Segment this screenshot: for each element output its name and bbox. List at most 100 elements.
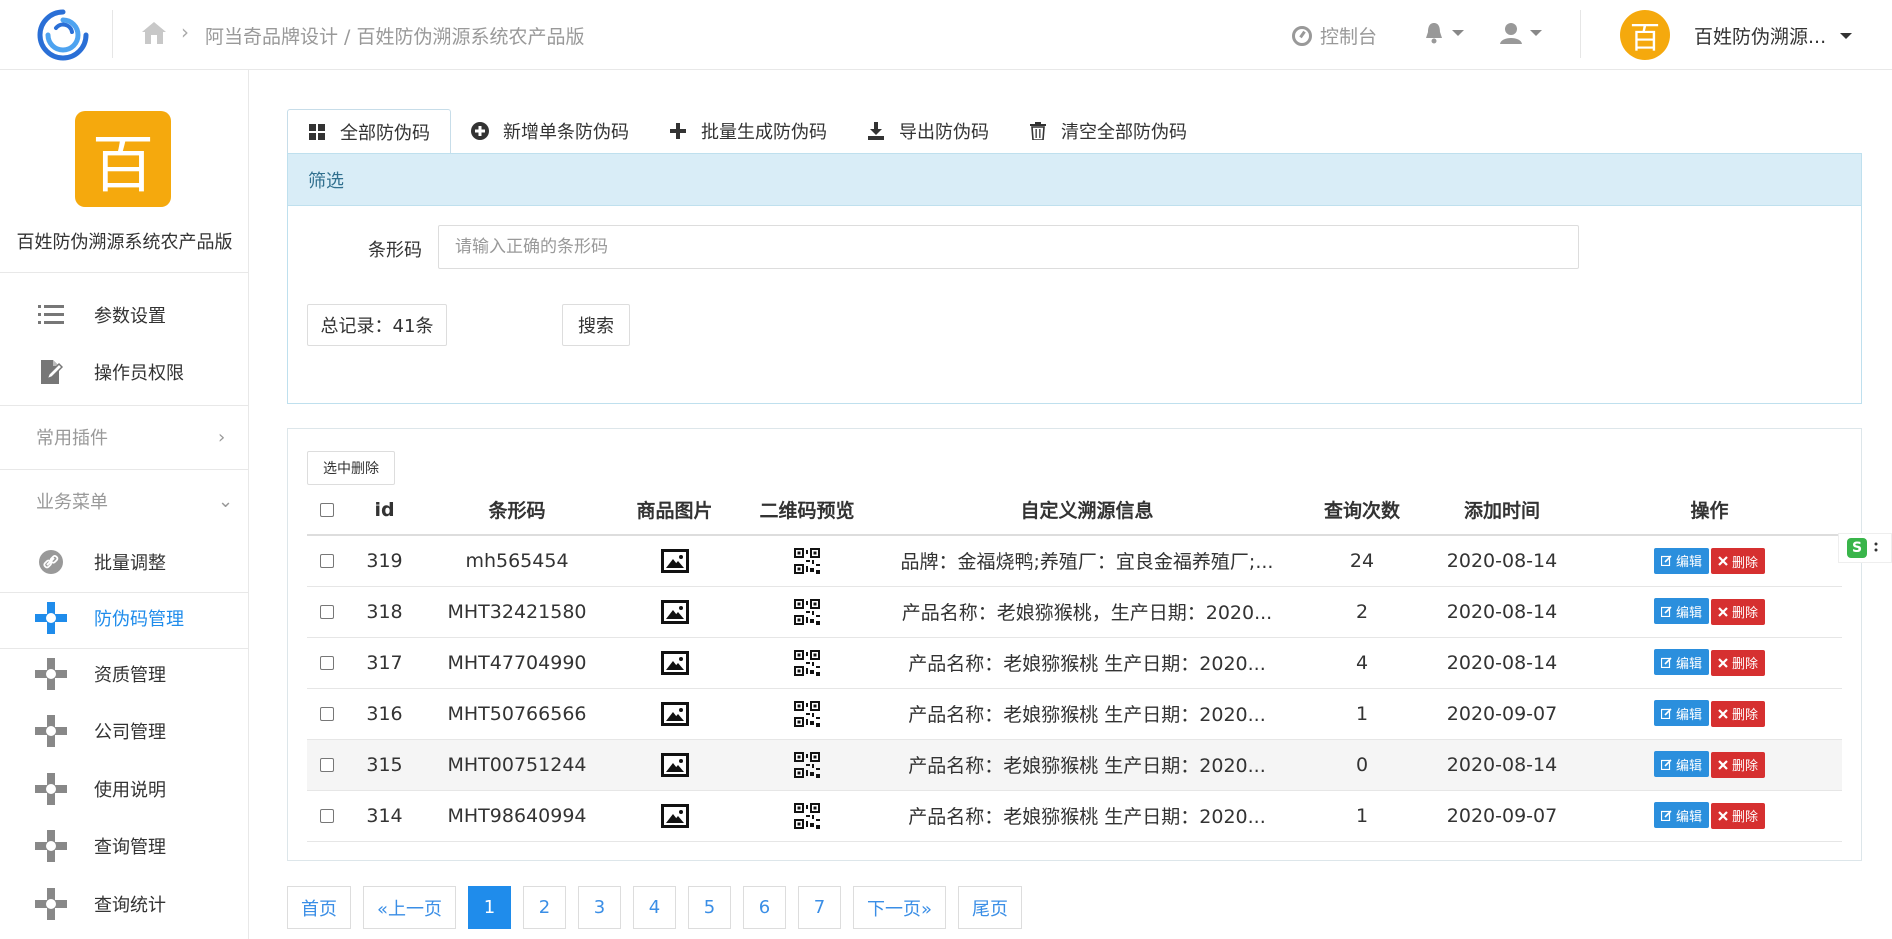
cell-actions: 编辑 删除 (1577, 688, 1842, 740)
sidebar-item-operator-permissions[interactable]: 操作员权限 (0, 348, 249, 396)
select-all-checkbox[interactable] (320, 503, 334, 517)
cell-trace-info: 产品名称：老娘猕猴桃 生产日期：2020... (877, 688, 1297, 740)
qrcode-icon[interactable] (794, 649, 820, 676)
sidebar-item-params[interactable]: 参数设置 (0, 291, 249, 339)
delete-button[interactable]: 删除 (1711, 649, 1766, 676)
gear-icon (38, 718, 64, 744)
qrcode-icon[interactable] (794, 700, 820, 727)
row-select-cell (307, 790, 347, 842)
gear-icon (38, 661, 64, 687)
page-link[interactable]: 6 (743, 886, 787, 929)
home-icon[interactable] (140, 20, 168, 46)
search-button[interactable]: 搜索 (562, 304, 630, 346)
edit-button[interactable]: 编辑 (1653, 598, 1709, 625)
edit-button[interactable]: 编辑 (1653, 751, 1709, 778)
chevron-down-icon (1530, 30, 1542, 36)
delete-button[interactable]: 删除 (1711, 751, 1766, 778)
cell-qr-preview (737, 637, 877, 689)
image-icon[interactable] (660, 752, 689, 777)
sidebar-item-label: 批量调整 (94, 553, 166, 574)
sidebar-item-batch-adjust[interactable]: 批量调整 (0, 538, 249, 586)
tab-export[interactable]: 导出防伪码 (847, 109, 1009, 153)
tab-clear-all[interactable]: 清空全部防伪码 (1009, 109, 1207, 153)
console-link[interactable]: 控制台 (1292, 22, 1377, 49)
row-checkbox[interactable] (320, 605, 334, 619)
row-checkbox[interactable] (320, 809, 334, 823)
qrcode-icon[interactable] (794, 802, 820, 829)
sidebar-item-label: 资质管理 (94, 665, 166, 686)
gear-icon (38, 605, 64, 631)
user-dropdown[interactable] (1500, 22, 1542, 44)
row-checkbox[interactable] (320, 554, 334, 569)
edit-button[interactable]: 编辑 (1653, 649, 1709, 676)
column-header: 操作 (1577, 485, 1842, 536)
sidebar-item-query-stats[interactable]: 查询统计 (0, 880, 249, 928)
delete-selected-button[interactable]: 选中删除 (307, 451, 395, 485)
tab-add-single[interactable]: 新增单条防伪码 (451, 109, 649, 153)
qrcode-icon[interactable] (794, 598, 820, 625)
delete-button[interactable]: 删除 (1711, 548, 1766, 574)
barcode-input[interactable] (438, 225, 1579, 269)
delete-button[interactable]: 删除 (1711, 802, 1766, 829)
sidebar-item-query-manage[interactable]: 查询管理 (0, 822, 249, 870)
edit-button[interactable]: 编辑 (1653, 700, 1709, 727)
sidebar-item-instructions[interactable]: 使用说明 (0, 765, 249, 813)
row-checkbox[interactable] (320, 656, 334, 670)
tab-all-codes[interactable]: 全部防伪码 (287, 109, 451, 153)
account-menu[interactable]: 百姓防伪溯源... (1694, 22, 1853, 49)
image-icon[interactable] (660, 599, 689, 624)
image-icon[interactable] (660, 548, 689, 573)
sidebar-item-label: 查询管理 (94, 837, 166, 858)
edit-doc-icon (38, 359, 64, 385)
list-icon (38, 302, 64, 328)
page-link[interactable]: 2 (523, 886, 567, 929)
avatar[interactable]: 百 (1620, 10, 1670, 60)
plus-circle-icon (471, 122, 489, 140)
first-page-link[interactable]: 首页 (287, 886, 351, 929)
edit-icon (1660, 759, 1672, 770)
page-link[interactable]: 4 (633, 886, 677, 929)
prev-page-link[interactable]: «上一页 (363, 886, 457, 929)
cell-product-image (612, 739, 737, 791)
image-icon[interactable] (660, 803, 689, 828)
more-icon (1874, 542, 1878, 552)
edit-button[interactable]: 编辑 (1653, 802, 1709, 829)
edit-button[interactable]: 编辑 (1653, 547, 1709, 574)
floating-widget[interactable]: S (1838, 533, 1892, 563)
sidebar-section-business[interactable]: 业务菜单 ⌄ (0, 469, 249, 533)
cell-product-image (612, 586, 737, 638)
page-link[interactable]: 7 (798, 886, 842, 929)
sidebar-item-company[interactable]: 公司管理 (0, 707, 249, 755)
brand-logo: 百 (75, 111, 171, 207)
delete-button[interactable]: 删除 (1711, 700, 1766, 727)
page-link[interactable]: 1 (468, 886, 512, 929)
cell-query-count: 2 (1297, 586, 1427, 638)
page-link[interactable]: 3 (578, 886, 622, 929)
row-select-cell (307, 586, 347, 638)
sidebar-section-plugins[interactable]: 常用插件 › (0, 405, 249, 469)
notifications-dropdown[interactable] (1424, 22, 1464, 44)
sidebar-item-qualification[interactable]: 资质管理 (0, 650, 249, 698)
tab-batch-generate[interactable]: 批量生成防伪码 (649, 109, 847, 153)
cell-added-date: 2020-08-14 (1427, 535, 1577, 587)
page-link[interactable]: 5 (688, 886, 732, 929)
image-icon[interactable] (660, 650, 689, 675)
cell-qr-preview (737, 739, 877, 791)
row-checkbox[interactable] (320, 707, 334, 721)
app-logo-icon[interactable] (36, 8, 90, 62)
row-select-cell (307, 688, 347, 740)
last-page-link[interactable]: 尾页 (958, 886, 1023, 929)
row-checkbox[interactable] (320, 758, 334, 772)
close-icon (1718, 759, 1728, 770)
qrcode-icon[interactable] (794, 751, 820, 778)
image-icon[interactable] (660, 701, 689, 726)
qrcode-icon[interactable] (794, 547, 820, 574)
brand-name: 百姓防伪溯源系统农产品版 (16, 232, 233, 253)
cell-barcode: MHT50766566 (422, 688, 612, 740)
sidebar-section-label: 业务菜单 (36, 492, 108, 513)
sidebar-item-anticounterfeit[interactable]: 防伪码管理 (0, 594, 249, 642)
delete-button[interactable]: 删除 (1711, 598, 1766, 625)
cell-product-image (612, 637, 737, 689)
cell-qr-preview (737, 586, 877, 638)
next-page-link[interactable]: 下一页» (853, 886, 947, 929)
